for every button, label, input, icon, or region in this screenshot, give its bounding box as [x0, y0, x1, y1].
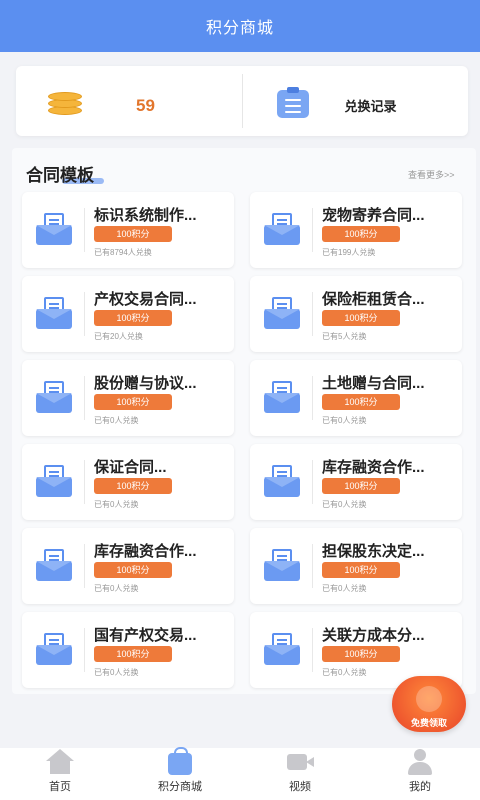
- price-badge: 100积分: [322, 310, 400, 326]
- contract-name: 保险柜租赁合...: [322, 291, 425, 308]
- card-divider: [312, 544, 313, 588]
- price-badge: 100积分: [94, 562, 172, 578]
- contract-card[interactable]: 保证合同... 100积分已有0人兑换: [22, 444, 234, 520]
- contract-name: 土地赠与合同...: [322, 375, 425, 392]
- contract-name: 标识系统制作...: [94, 207, 197, 224]
- redeemed-count: 已有8794人兑换: [94, 248, 152, 257]
- price-badge: 100积分: [94, 394, 172, 410]
- contract-name: 保证合同...: [94, 459, 167, 476]
- envelope-icon: [36, 465, 72, 497]
- tab-mine-label: 我的: [409, 781, 431, 793]
- redeemed-count: 已有0人兑换: [322, 416, 367, 425]
- free-claim-float-button[interactable]: 免费领取: [392, 676, 466, 732]
- contract-name: 股份赠与协议...: [94, 375, 197, 392]
- contract-card[interactable]: 土地赠与合同... 100积分已有0人兑换: [250, 360, 462, 436]
- envelope-icon: [36, 549, 72, 581]
- card-divider: [312, 208, 313, 252]
- contract-card[interactable]: 库存融资合作... 100积分已有0人兑换: [22, 528, 234, 604]
- home-icon: [45, 749, 75, 775]
- price-badge: 100积分: [322, 478, 400, 494]
- contract-templates-section: 合同模板 查看更多>> 标识系统制作... 100积分 已有8794人兑换 宠物寄养合…: [12, 148, 476, 694]
- section-title: 合同模板: [26, 166, 94, 185]
- price-badge: 100积分: [322, 562, 400, 578]
- envelope-icon: [36, 297, 72, 329]
- redeemed-count: 已有0人兑换: [94, 416, 139, 425]
- card-divider: [84, 460, 85, 504]
- card-divider: [312, 628, 313, 672]
- envelope-icon: [36, 213, 72, 245]
- card-divider: [84, 376, 85, 420]
- redeemed-count: 已有0人兑换: [94, 584, 139, 593]
- card-divider: [312, 376, 313, 420]
- contract-card[interactable]: 宠物寄养合同... 100积分已有199人兑换: [250, 192, 462, 268]
- view-more-link[interactable]: 查看更多>>: [408, 168, 455, 181]
- bottom-tabbar: 首页 积分商城 视频 我的: [0, 747, 480, 800]
- envelope-icon: [264, 633, 300, 665]
- envelope-icon: [264, 381, 300, 413]
- price-badge: 100积分: [94, 478, 172, 494]
- redeemed-count: 已有0人兑换: [322, 500, 367, 509]
- price-badge: 100积分: [94, 646, 172, 662]
- free-claim-label: 免费领取: [410, 718, 447, 728]
- card-divider: [84, 628, 85, 672]
- price-badge: 100积分: [94, 226, 172, 242]
- mascot-icon: [416, 686, 442, 712]
- contract-card[interactable]: 国有产权交易... 100积分已有0人兑换: [22, 612, 234, 688]
- points-value: 59: [136, 96, 155, 115]
- envelope-icon: [264, 297, 300, 329]
- contract-card[interactable]: 库存融资合作... 100积分已有0人兑换: [250, 444, 462, 520]
- video-camera-icon: [285, 749, 315, 775]
- redeemed-count: 已有0人兑换: [322, 584, 367, 593]
- redeemed-count: 已有20人兑换: [94, 332, 143, 341]
- card-divider: [84, 208, 85, 252]
- price-badge: 100积分: [322, 226, 400, 242]
- redeem-record-label: 兑换记录: [344, 99, 397, 114]
- contract-name: 担保股东决定...: [322, 543, 425, 560]
- contract-card[interactable]: 担保股东决定... 100积分已有0人兑换: [250, 528, 462, 604]
- redeem-record-button[interactable]: 兑换记录: [243, 66, 469, 136]
- card-divider: [84, 544, 85, 588]
- price-badge: 100积分: [322, 394, 400, 410]
- contract-card[interactable]: 保险柜租赁合... 100积分已有5人兑换: [250, 276, 462, 352]
- tab-mall[interactable]: 积分商城: [120, 747, 240, 800]
- coins-icon: [48, 90, 82, 116]
- tab-video[interactable]: 视频: [240, 748, 360, 800]
- tab-mine[interactable]: 我的: [360, 748, 480, 800]
- redeemed-count: 已有199人兑换: [322, 248, 376, 257]
- contract-name: 产权交易合同...: [94, 291, 197, 308]
- envelope-icon: [36, 633, 72, 665]
- contract-name: 库存融资合作...: [94, 543, 197, 560]
- page-title: 积分商城: [205, 20, 274, 37]
- card-divider: [84, 292, 85, 336]
- redeemed-count: 已有5人兑换: [322, 332, 367, 341]
- envelope-icon: [264, 549, 300, 581]
- card-divider: [312, 292, 313, 336]
- redeemed-count: 已有0人兑换: [94, 668, 139, 677]
- envelope-icon: [36, 381, 72, 413]
- envelope-icon: [264, 465, 300, 497]
- tab-mall-label: 积分商城: [158, 781, 202, 793]
- contract-card[interactable]: 股份赠与协议... 100积分已有0人兑换: [22, 360, 234, 436]
- card-divider: [312, 460, 313, 504]
- contract-name: 国有产权交易...: [94, 627, 197, 644]
- contract-card[interactable]: 标识系统制作... 100积分已有8794人兑换: [22, 192, 234, 268]
- price-badge: 100积分: [322, 646, 400, 662]
- stats-panel: 59 兑换记录: [16, 66, 468, 136]
- redeemed-count: 已有0人兑换: [322, 668, 367, 677]
- tab-video-label: 视频: [289, 781, 311, 793]
- envelope-icon: [264, 213, 300, 245]
- shopping-bag-icon: [165, 747, 195, 775]
- contract-name: 库存融资合作...: [322, 459, 425, 476]
- points-balance: 59: [16, 66, 242, 136]
- contract-name: 关联方成本分...: [322, 627, 425, 644]
- contract-name: 宠物寄养合同...: [322, 207, 425, 224]
- clipboard-icon: [276, 87, 309, 118]
- user-icon: [405, 749, 435, 775]
- price-badge: 100积分: [94, 310, 172, 326]
- app-header: 积分商城: [0, 0, 480, 52]
- tab-home-label: 首页: [49, 781, 71, 793]
- tab-home[interactable]: 首页: [0, 748, 120, 800]
- redeemed-count: 已有0人兑换: [94, 500, 139, 509]
- contract-card[interactable]: 产权交易合同... 100积分已有20人兑换: [22, 276, 234, 352]
